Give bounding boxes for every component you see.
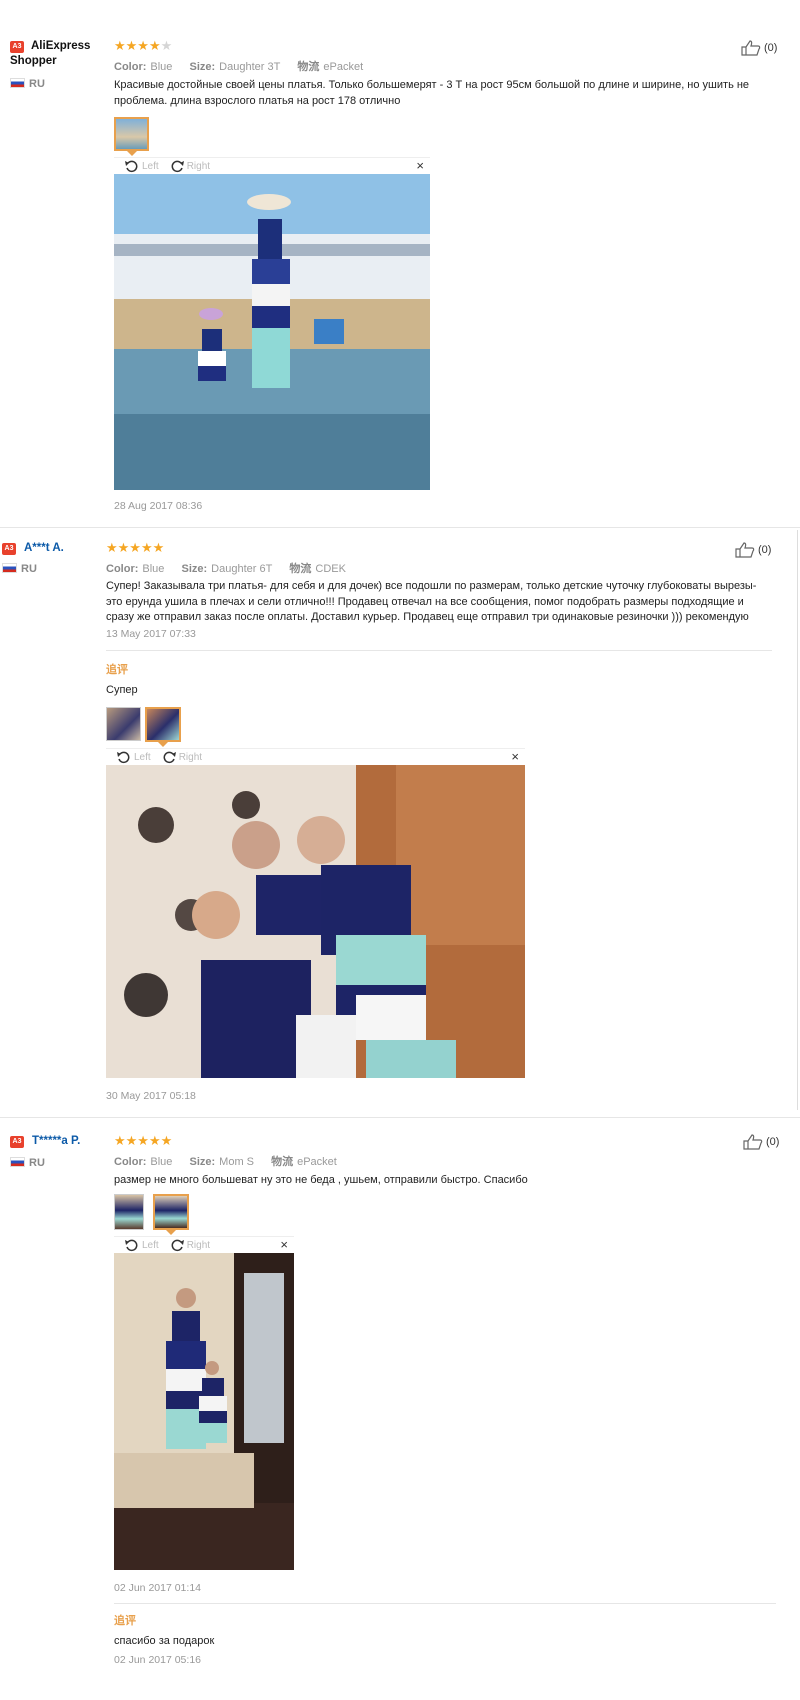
rotate-right-icon [171, 160, 184, 173]
like-button[interactable]: (0) [735, 542, 771, 558]
review-text: размер не много большеват ну это не беда… [114, 1174, 528, 1186]
photo-thumbnail[interactable] [106, 707, 141, 741]
additional-review-label: 追评 [114, 1615, 136, 1627]
thumbnail-pointer [158, 742, 168, 747]
like-button[interactable]: (0) [741, 40, 777, 56]
close-viewer-button[interactable]: × [416, 158, 424, 173]
rotate-left-button[interactable]: Left [124, 1238, 159, 1252]
rotate-right-button[interactable]: Right [161, 750, 202, 764]
additional-review-text: Супер [106, 684, 138, 696]
additional-review-label: 追评 [106, 664, 128, 676]
rotate-left-button[interactable]: Left [116, 750, 151, 764]
russia-flag-icon [10, 78, 25, 88]
review-item: A3 T*****a P. RU ★★★★★ Color: Blue Size: M… [0, 1117, 800, 1700]
order-info: Color: Blue Size: Mom S 物流 ePacket [114, 1156, 337, 1168]
review-photo [114, 1253, 294, 1570]
russia-flag-icon [10, 1157, 25, 1167]
buyer-level-badge: A3 [2, 543, 16, 555]
reviewer-country: RU [2, 563, 37, 575]
buyer-level-badge: A3 [10, 1136, 24, 1148]
review-date: 02 Jun 2017 01:14 [114, 1582, 201, 1594]
thumbs-up-icon [735, 542, 755, 558]
review-date: 13 May 2017 07:33 [106, 628, 196, 640]
review-item: A3 A***t A. RU ★★★★★ Color: Blue Size: Dau… [0, 527, 800, 1112]
close-viewer-button[interactable]: × [280, 1237, 288, 1252]
russia-flag-icon [2, 563, 17, 573]
photo-thumbnail[interactable] [114, 117, 149, 151]
scroll-edge [797, 530, 798, 1110]
additional-review-text: спасибо за подарок [114, 1635, 215, 1647]
reviewer-country: RU [10, 1157, 45, 1169]
additional-review-date: 30 May 2017 05:18 [106, 1090, 196, 1102]
image-viewer-toolbar: Left Right × [106, 748, 525, 765]
like-button[interactable]: (0) [743, 1134, 779, 1150]
rotate-right-button[interactable]: Right [169, 159, 210, 173]
review-item: A3 AliExpress Shopper RU ★★★★★ Color: Blu… [0, 0, 800, 520]
additional-review-divider [114, 1603, 776, 1604]
review-text: Красивые достойные своей цены платья. То… [114, 79, 750, 107]
reviewer-country: RU [10, 78, 45, 90]
review-photo [106, 765, 525, 1078]
star-rating: ★★★★★ [106, 540, 165, 555]
rotate-right-icon [163, 751, 176, 764]
close-viewer-button[interactable]: × [511, 749, 519, 764]
order-info: Color: Blue Size: Daughter 3T 物流 ePacket [114, 61, 364, 73]
review-date: 28 Aug 2017 08:36 [114, 500, 203, 512]
additional-review-date: 02 Jun 2017 05:16 [114, 1654, 201, 1666]
rotate-right-icon [171, 1239, 184, 1252]
rotate-left-icon [125, 160, 138, 173]
rotate-left-icon [117, 751, 130, 764]
reviewer-name[interactable]: AliExpress Shopper [10, 39, 105, 69]
review-photo [114, 174, 430, 490]
image-viewer-toolbar: Left Right × [114, 1236, 294, 1253]
thumbs-up-icon [741, 40, 761, 56]
thumbnail-pointer [166, 1230, 176, 1235]
photo-thumbnail[interactable] [114, 1194, 144, 1230]
order-info: Color: Blue Size: Daughter 6T 物流 CDEK [106, 563, 346, 575]
photo-thumbnail[interactable] [153, 1194, 189, 1230]
reviewer-name[interactable]: T*****a P. [32, 1134, 80, 1149]
star-rating: ★★★★★ [114, 1133, 173, 1148]
additional-review-divider [106, 650, 772, 651]
photo-thumbnail[interactable] [145, 707, 181, 742]
rotate-left-button[interactable]: Left [124, 159, 159, 173]
review-text: Супер! Заказывала три платья- для себя и… [106, 580, 757, 623]
image-viewer-toolbar: Left Right × [114, 157, 430, 174]
rotate-left-icon [125, 1239, 138, 1252]
star-rating: ★★★★★ [114, 38, 173, 53]
thumbs-up-icon [743, 1134, 763, 1150]
rotate-right-button[interactable]: Right [169, 1238, 210, 1252]
thumbnail-pointer [127, 151, 137, 156]
reviewer-name[interactable]: A***t A. [24, 541, 64, 556]
